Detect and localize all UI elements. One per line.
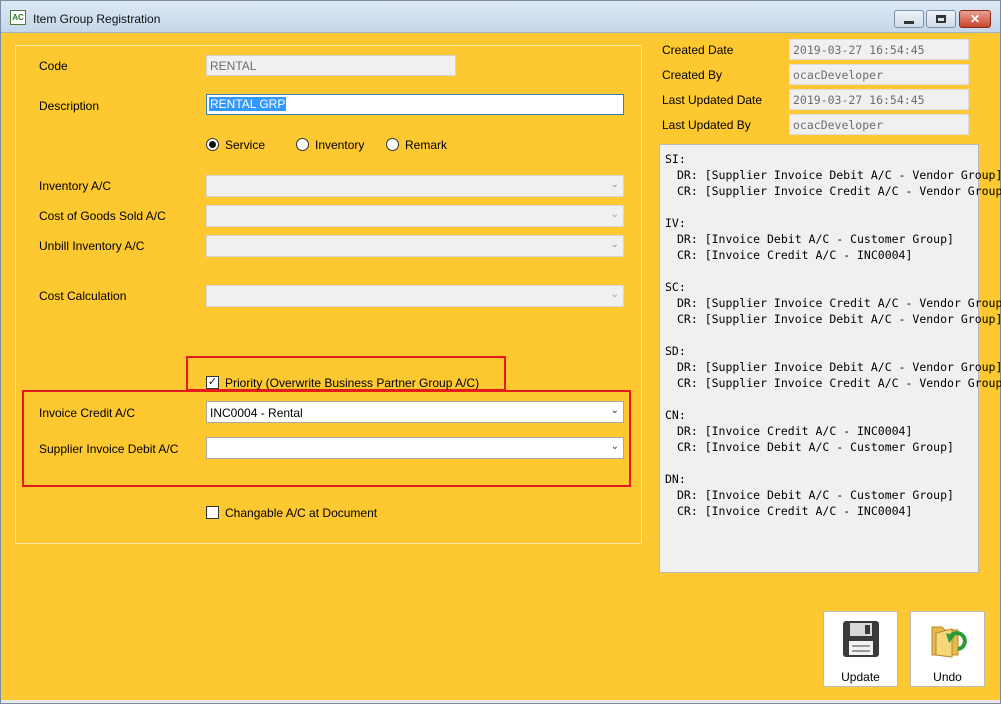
update-button-label: Update	[841, 670, 880, 684]
account-code: IV:	[665, 216, 686, 230]
inventory-ac-select[interactable]: ⌄	[206, 175, 624, 197]
code-field: RENTAL	[206, 55, 456, 76]
account-code: SD:	[665, 344, 686, 358]
account-code: SC:	[665, 280, 686, 294]
cost-calculation-select[interactable]: ⌄	[206, 285, 624, 307]
cogs-ac-select[interactable]: ⌄	[206, 205, 624, 227]
account-code: SI:	[665, 152, 686, 166]
unbill-inventory-ac-label: Unbill Inventory A/C	[39, 239, 145, 253]
supplier-invoice-debit-ac-select[interactable]: ⌄	[206, 437, 624, 459]
account-debit-line: DR: [Invoice Debit A/C - Customer Group]	[677, 232, 954, 246]
invoice-credit-ac-label: Invoice Credit A/C	[39, 406, 136, 420]
invoice-credit-ac-select[interactable]: INC0004 - Rental ⌄	[206, 401, 624, 423]
account-group-sc: SC: DR: [Supplier Invoice Credit A/C - V…	[665, 279, 1001, 327]
cost-calculation-label: Cost Calculation	[39, 289, 127, 303]
changable-ac-label[interactable]: Changable A/C at Document	[225, 506, 377, 520]
maximize-button[interactable]	[926, 10, 956, 28]
title-bar[interactable]: AC Item Group Registration ✕	[1, 1, 1000, 33]
changable-ac-checkbox[interactable]	[206, 506, 219, 519]
chevron-down-icon: ⌄	[610, 179, 619, 190]
priority-checkbox[interactable]: ✓	[206, 376, 219, 389]
chevron-down-icon: ⌄	[610, 209, 619, 220]
cogs-ac-label: Cost of Goods Sold A/C	[39, 209, 166, 223]
account-credit-line: CR: [Supplier Invoice Debit A/C - Vendor…	[677, 312, 1001, 326]
created-by-label: Created By	[662, 68, 723, 82]
last-updated-date-field: 2019-03-27 16:54:45	[789, 89, 969, 110]
service-radio[interactable]	[206, 138, 219, 151]
undo-button-label: Undo	[933, 670, 962, 684]
chevron-down-icon: ⌄	[610, 239, 619, 250]
floppy-disk-icon	[843, 621, 879, 657]
account-group-si: SI: DR: [Supplier Invoice Debit A/C - Ve…	[665, 151, 1001, 199]
account-credit-line: CR: [Invoice Credit A/C - INC0004]	[677, 248, 913, 262]
account-credit-line: CR: [Supplier Invoice Credit A/C - Vendo…	[677, 184, 1001, 198]
created-date-field: 2019-03-27 16:54:45	[789, 39, 969, 60]
invoice-credit-ac-value: INC0004 - Rental	[210, 406, 303, 420]
close-button[interactable]: ✕	[959, 10, 991, 28]
description-selected-text: RENTAL GRP	[209, 97, 287, 111]
item-group-registration-window: AC Item Group Registration ✕ Code RENTAL…	[0, 0, 1001, 704]
created-date-label: Created Date	[662, 43, 734, 57]
account-debit-line: DR: [Invoice Debit A/C - Customer Group]	[677, 488, 954, 502]
account-group-cn: CN: DR: [Invoice Credit A/C - INC0004] C…	[665, 407, 973, 455]
account-debit-line: DR: [Supplier Invoice Debit A/C - Vendor…	[677, 360, 1001, 374]
remark-radio[interactable]	[386, 138, 399, 151]
account-group-dn: DN: DR: [Invoice Debit A/C - Customer Gr…	[665, 471, 973, 519]
account-credit-line: CR: [Supplier Invoice Credit A/C - Vendo…	[677, 376, 1001, 390]
last-updated-by-label: Last Updated By	[662, 118, 751, 132]
account-debit-line: DR: [Supplier Invoice Debit A/C - Vendor…	[677, 168, 1001, 182]
maximize-icon	[927, 11, 955, 27]
account-debit-line: DR: [Supplier Invoice Credit A/C - Vendo…	[677, 296, 1001, 310]
inventory-ac-label: Inventory A/C	[39, 179, 112, 193]
chevron-down-icon: ⌄	[610, 289, 619, 300]
code-label: Code	[39, 59, 68, 73]
last-updated-date-label: Last Updated Date	[662, 93, 763, 107]
account-posting-summary: SI: DR: [Supplier Invoice Debit A/C - Ve…	[659, 144, 1001, 573]
description-input[interactable]: RENTAL GRP	[206, 94, 624, 115]
chevron-down-icon: ⌄	[610, 405, 619, 416]
account-credit-line: CR: [Invoice Debit A/C - Customer Group]	[677, 440, 954, 454]
last-updated-by-field: ocacDeveloper	[789, 114, 969, 135]
service-radio-label[interactable]: Service	[225, 138, 265, 152]
account-credit-line: CR: [Invoice Credit A/C - INC0004]	[677, 504, 913, 518]
chevron-down-icon: ⌄	[610, 441, 619, 452]
undo-button[interactable]: Undo	[910, 611, 985, 687]
close-icon: ✕	[969, 12, 981, 26]
update-button[interactable]: Update	[823, 611, 898, 687]
account-group-sd: SD: DR: [Supplier Invoice Debit A/C - Ve…	[665, 343, 1001, 391]
minimize-icon	[895, 11, 923, 27]
description-label: Description	[39, 99, 100, 113]
inventory-radio[interactable]	[296, 138, 309, 151]
account-code: DN:	[665, 472, 686, 486]
created-by-field: ocacDeveloper	[789, 64, 969, 85]
status-bar	[1, 700, 1000, 703]
account-code: CN:	[665, 408, 686, 422]
inventory-radio-label[interactable]: Inventory	[315, 138, 364, 152]
supplier-invoice-debit-ac-label: Supplier Invoice Debit A/C	[39, 442, 179, 456]
app-icon: AC	[10, 10, 26, 25]
remark-radio-label[interactable]: Remark	[405, 138, 447, 152]
window-title: Item Group Registration	[33, 12, 161, 26]
account-group-iv: IV: DR: [Invoice Debit A/C - Customer Gr…	[665, 215, 973, 263]
undo-folder-icon	[931, 626, 967, 658]
priority-label[interactable]: Priority (Overwrite Business Partner Gro…	[225, 376, 479, 390]
unbill-inventory-ac-select[interactable]: ⌄	[206, 235, 624, 257]
minimize-button[interactable]	[894, 10, 924, 28]
account-debit-line: DR: [Invoice Credit A/C - INC0004]	[677, 424, 913, 438]
